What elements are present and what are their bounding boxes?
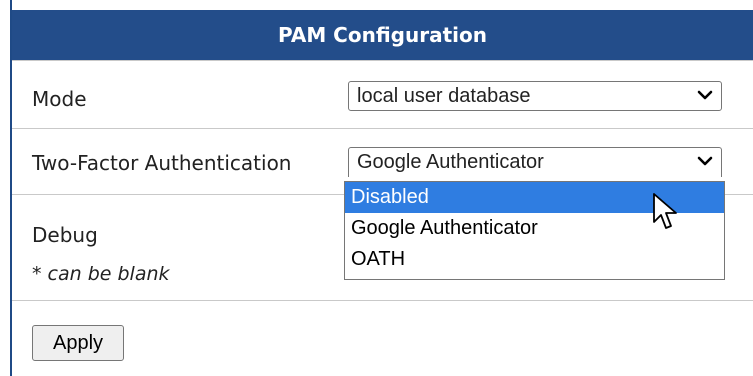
apply-button[interactable]: Apply <box>32 325 124 361</box>
mouse-pointer-icon <box>653 193 677 229</box>
dropdown-option-oath[interactable]: OATH <box>345 244 724 275</box>
mode-row: Mode local user database <box>12 60 753 128</box>
debug-hint: * can be blank <box>32 263 170 285</box>
apply-row: Apply <box>12 300 753 376</box>
two-factor-label: Two-Factor Authentication <box>32 151 292 175</box>
mode-select-value: local user database <box>357 84 531 107</box>
panel-title: PAM Configuration <box>278 23 487 47</box>
two-factor-select-value: Google Authenticator <box>357 151 544 173</box>
panel-header: PAM Configuration <box>12 10 753 60</box>
chevron-down-icon <box>697 90 713 100</box>
debug-label: Debug <box>32 223 98 247</box>
chevron-down-icon <box>697 156 713 166</box>
mode-label: Mode <box>32 87 87 111</box>
two-factor-select[interactable]: Google Authenticator <box>348 147 722 177</box>
mode-select[interactable]: local user database <box>348 81 722 111</box>
